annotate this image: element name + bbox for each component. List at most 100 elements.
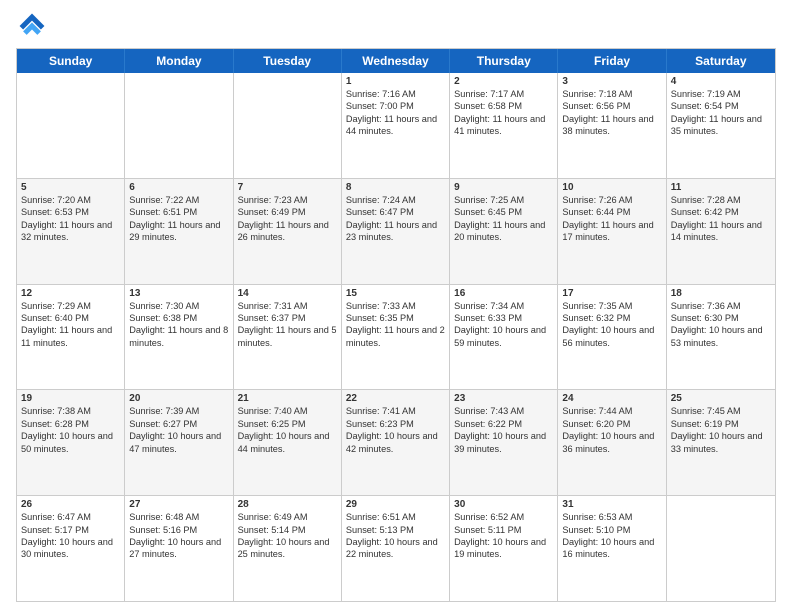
day-number: 10: [562, 182, 661, 193]
day-info: Sunrise: 7:26 AM Sunset: 6:44 PM Dayligh…: [562, 194, 661, 244]
calendar-cell-r4-c0: 26Sunrise: 6:47 AM Sunset: 5:17 PM Dayli…: [17, 496, 125, 601]
calendar-cell-r1-c6: 11Sunrise: 7:28 AM Sunset: 6:42 PM Dayli…: [667, 179, 775, 284]
day-number: 12: [21, 288, 120, 299]
day-info: Sunrise: 6:53 AM Sunset: 5:10 PM Dayligh…: [562, 511, 661, 561]
day-number: 27: [129, 499, 228, 510]
day-number: 7: [238, 182, 337, 193]
day-info: Sunrise: 7:28 AM Sunset: 6:42 PM Dayligh…: [671, 194, 771, 244]
calendar-cell-r1-c3: 8Sunrise: 7:24 AM Sunset: 6:47 PM Daylig…: [342, 179, 450, 284]
logo: [16, 10, 52, 42]
calendar-cell-r3-c3: 22Sunrise: 7:41 AM Sunset: 6:23 PM Dayli…: [342, 390, 450, 495]
day-info: Sunrise: 7:38 AM Sunset: 6:28 PM Dayligh…: [21, 405, 120, 455]
calendar-cell-r0-c5: 3Sunrise: 7:18 AM Sunset: 6:56 PM Daylig…: [558, 73, 666, 178]
header-cell-tuesday: Tuesday: [234, 49, 342, 73]
day-number: 30: [454, 499, 553, 510]
day-info: Sunrise: 7:24 AM Sunset: 6:47 PM Dayligh…: [346, 194, 445, 244]
day-number: 20: [129, 393, 228, 404]
calendar-cell-r0-c3: 1Sunrise: 7:16 AM Sunset: 7:00 PM Daylig…: [342, 73, 450, 178]
day-info: Sunrise: 7:23 AM Sunset: 6:49 PM Dayligh…: [238, 194, 337, 244]
day-number: 9: [454, 182, 553, 193]
day-number: 2: [454, 76, 553, 87]
header-cell-sunday: Sunday: [17, 49, 125, 73]
day-number: 13: [129, 288, 228, 299]
calendar-cell-r3-c5: 24Sunrise: 7:44 AM Sunset: 6:20 PM Dayli…: [558, 390, 666, 495]
page: SundayMondayTuesdayWednesdayThursdayFrid…: [0, 0, 792, 612]
day-number: 15: [346, 288, 445, 299]
day-number: 29: [346, 499, 445, 510]
day-info: Sunrise: 6:51 AM Sunset: 5:13 PM Dayligh…: [346, 511, 445, 561]
day-info: Sunrise: 7:36 AM Sunset: 6:30 PM Dayligh…: [671, 300, 771, 350]
calendar-cell-r4-c1: 27Sunrise: 6:48 AM Sunset: 5:16 PM Dayli…: [125, 496, 233, 601]
header-cell-wednesday: Wednesday: [342, 49, 450, 73]
day-info: Sunrise: 7:35 AM Sunset: 6:32 PM Dayligh…: [562, 300, 661, 350]
day-number: 26: [21, 499, 120, 510]
calendar-cell-r1-c2: 7Sunrise: 7:23 AM Sunset: 6:49 PM Daylig…: [234, 179, 342, 284]
day-info: Sunrise: 7:16 AM Sunset: 7:00 PM Dayligh…: [346, 88, 445, 138]
day-info: Sunrise: 7:34 AM Sunset: 6:33 PM Dayligh…: [454, 300, 553, 350]
day-number: 31: [562, 499, 661, 510]
day-number: 24: [562, 393, 661, 404]
calendar-cell-r3-c4: 23Sunrise: 7:43 AM Sunset: 6:22 PM Dayli…: [450, 390, 558, 495]
header-cell-monday: Monday: [125, 49, 233, 73]
day-info: Sunrise: 7:41 AM Sunset: 6:23 PM Dayligh…: [346, 405, 445, 455]
calendar-cell-r0-c2: [234, 73, 342, 178]
calendar-cell-r4-c2: 28Sunrise: 6:49 AM Sunset: 5:14 PM Dayli…: [234, 496, 342, 601]
calendar-body: 1Sunrise: 7:16 AM Sunset: 7:00 PM Daylig…: [17, 73, 775, 601]
calendar-cell-r1-c5: 10Sunrise: 7:26 AM Sunset: 6:44 PM Dayli…: [558, 179, 666, 284]
day-number: 16: [454, 288, 553, 299]
calendar-cell-r4-c3: 29Sunrise: 6:51 AM Sunset: 5:13 PM Dayli…: [342, 496, 450, 601]
day-info: Sunrise: 7:39 AM Sunset: 6:27 PM Dayligh…: [129, 405, 228, 455]
calendar-cell-r3-c1: 20Sunrise: 7:39 AM Sunset: 6:27 PM Dayli…: [125, 390, 233, 495]
logo-icon: [16, 10, 48, 42]
day-info: Sunrise: 7:17 AM Sunset: 6:58 PM Dayligh…: [454, 88, 553, 138]
calendar-row-1: 5Sunrise: 7:20 AM Sunset: 6:53 PM Daylig…: [17, 179, 775, 285]
day-number: 18: [671, 288, 771, 299]
day-info: Sunrise: 7:33 AM Sunset: 6:35 PM Dayligh…: [346, 300, 445, 350]
day-number: 4: [671, 76, 771, 87]
calendar-cell-r0-c0: [17, 73, 125, 178]
calendar-cell-r3-c2: 21Sunrise: 7:40 AM Sunset: 6:25 PM Dayli…: [234, 390, 342, 495]
calendar-cell-r0-c6: 4Sunrise: 7:19 AM Sunset: 6:54 PM Daylig…: [667, 73, 775, 178]
calendar-cell-r3-c6: 25Sunrise: 7:45 AM Sunset: 6:19 PM Dayli…: [667, 390, 775, 495]
day-number: 11: [671, 182, 771, 193]
day-info: Sunrise: 6:48 AM Sunset: 5:16 PM Dayligh…: [129, 511, 228, 561]
day-number: 1: [346, 76, 445, 87]
day-number: 28: [238, 499, 337, 510]
day-number: 21: [238, 393, 337, 404]
day-number: 3: [562, 76, 661, 87]
day-info: Sunrise: 7:31 AM Sunset: 6:37 PM Dayligh…: [238, 300, 337, 350]
calendar-cell-r1-c0: 5Sunrise: 7:20 AM Sunset: 6:53 PM Daylig…: [17, 179, 125, 284]
header: [16, 10, 776, 42]
calendar-cell-r1-c4: 9Sunrise: 7:25 AM Sunset: 6:45 PM Daylig…: [450, 179, 558, 284]
day-info: Sunrise: 7:22 AM Sunset: 6:51 PM Dayligh…: [129, 194, 228, 244]
day-info: Sunrise: 7:25 AM Sunset: 6:45 PM Dayligh…: [454, 194, 553, 244]
header-cell-thursday: Thursday: [450, 49, 558, 73]
header-cell-saturday: Saturday: [667, 49, 775, 73]
day-info: Sunrise: 7:40 AM Sunset: 6:25 PM Dayligh…: [238, 405, 337, 455]
calendar-cell-r0-c1: [125, 73, 233, 178]
calendar-cell-r2-c5: 17Sunrise: 7:35 AM Sunset: 6:32 PM Dayli…: [558, 285, 666, 390]
calendar-row-4: 26Sunrise: 6:47 AM Sunset: 5:17 PM Dayli…: [17, 496, 775, 601]
calendar-row-0: 1Sunrise: 7:16 AM Sunset: 7:00 PM Daylig…: [17, 73, 775, 179]
calendar-cell-r0-c4: 2Sunrise: 7:17 AM Sunset: 6:58 PM Daylig…: [450, 73, 558, 178]
calendar-cell-r2-c2: 14Sunrise: 7:31 AM Sunset: 6:37 PM Dayli…: [234, 285, 342, 390]
day-info: Sunrise: 6:49 AM Sunset: 5:14 PM Dayligh…: [238, 511, 337, 561]
day-number: 5: [21, 182, 120, 193]
day-info: Sunrise: 7:44 AM Sunset: 6:20 PM Dayligh…: [562, 405, 661, 455]
day-info: Sunrise: 7:20 AM Sunset: 6:53 PM Dayligh…: [21, 194, 120, 244]
day-info: Sunrise: 7:43 AM Sunset: 6:22 PM Dayligh…: [454, 405, 553, 455]
calendar-cell-r2-c6: 18Sunrise: 7:36 AM Sunset: 6:30 PM Dayli…: [667, 285, 775, 390]
day-number: 19: [21, 393, 120, 404]
day-info: Sunrise: 7:29 AM Sunset: 6:40 PM Dayligh…: [21, 300, 120, 350]
day-info: Sunrise: 7:19 AM Sunset: 6:54 PM Dayligh…: [671, 88, 771, 138]
day-info: Sunrise: 7:30 AM Sunset: 6:38 PM Dayligh…: [129, 300, 228, 350]
calendar-row-3: 19Sunrise: 7:38 AM Sunset: 6:28 PM Dayli…: [17, 390, 775, 496]
day-number: 8: [346, 182, 445, 193]
calendar-cell-r2-c0: 12Sunrise: 7:29 AM Sunset: 6:40 PM Dayli…: [17, 285, 125, 390]
calendar-cell-r4-c6: [667, 496, 775, 601]
day-number: 14: [238, 288, 337, 299]
calendar-cell-r2-c1: 13Sunrise: 7:30 AM Sunset: 6:38 PM Dayli…: [125, 285, 233, 390]
calendar-cell-r3-c0: 19Sunrise: 7:38 AM Sunset: 6:28 PM Dayli…: [17, 390, 125, 495]
calendar-cell-r4-c4: 30Sunrise: 6:52 AM Sunset: 5:11 PM Dayli…: [450, 496, 558, 601]
day-info: Sunrise: 6:52 AM Sunset: 5:11 PM Dayligh…: [454, 511, 553, 561]
